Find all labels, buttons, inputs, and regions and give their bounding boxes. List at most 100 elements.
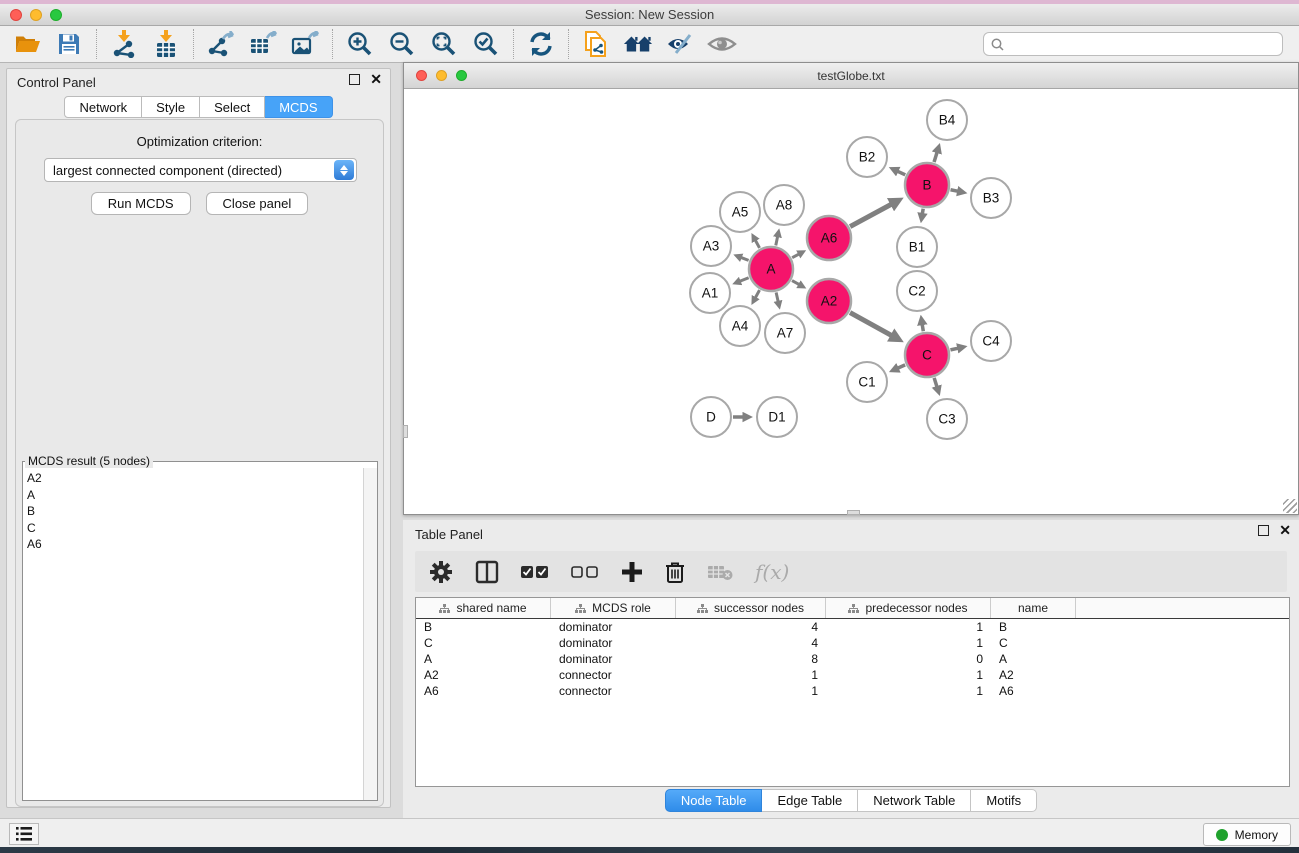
- tab-motifs[interactable]: Motifs: [971, 789, 1037, 812]
- column-header-shared-name[interactable]: shared name: [416, 598, 551, 618]
- column-header-name[interactable]: name: [991, 598, 1076, 618]
- table-cell: B: [416, 620, 551, 634]
- select-all-icon[interactable]: [521, 557, 549, 587]
- node-label-C1: C1: [858, 375, 875, 390]
- edge-A-A6[interactable]: [792, 254, 799, 258]
- node-label-A1: A1: [702, 286, 719, 301]
- delete-column-icon[interactable]: [665, 557, 685, 587]
- table-row[interactable]: Adominator80A: [416, 651, 1289, 667]
- edge-B-B2[interactable]: [897, 171, 905, 175]
- desktop-wallpaper-bottom: [0, 847, 1299, 853]
- tab-edge-table[interactable]: Edge Table: [762, 789, 858, 812]
- network-window-title: testGlobe.txt: [404, 69, 1298, 83]
- edge-C-C1[interactable]: [898, 365, 906, 368]
- window-resize-grip-bottom[interactable]: [847, 510, 860, 515]
- node-label-B4: B4: [939, 113, 956, 128]
- edge-C-C4[interactable]: [950, 348, 958, 350]
- network-graph[interactable]: B4B2BB3A5A8A6B1A3AC2A1A2A4A7C4CC1DD1C3: [404, 89, 1298, 514]
- tab-network[interactable]: Network: [64, 96, 142, 118]
- task-history-button[interactable]: [9, 823, 39, 845]
- table-row[interactable]: A6connector11A6: [416, 683, 1289, 699]
- node-label-A3: A3: [703, 239, 720, 254]
- function-builder-icon: f(x): [755, 557, 789, 587]
- tab-network-table[interactable]: Network Table: [858, 789, 971, 812]
- table-cell: dominator: [551, 652, 676, 666]
- window-resize-grip-corner[interactable]: [1283, 499, 1297, 513]
- table-row[interactable]: A2connector11A2: [416, 667, 1289, 683]
- close-panel-button[interactable]: Close panel: [206, 192, 309, 215]
- edge-A-A4[interactable]: [755, 290, 759, 298]
- show-all-icon[interactable]: [707, 29, 737, 59]
- edge-A-A3[interactable]: [741, 257, 749, 260]
- table-panel: Table Panel ✕ f(x) shared nameMCDS rol: [403, 520, 1299, 818]
- zoom-in-icon[interactable]: [345, 29, 375, 59]
- table-row[interactable]: Cdominator41C: [416, 635, 1289, 651]
- search-input[interactable]: [1009, 37, 1275, 51]
- result-scrollbar[interactable]: [363, 468, 377, 800]
- search-icon: [991, 38, 1004, 51]
- node-label-B: B: [922, 178, 931, 193]
- hide-selected-icon[interactable]: [665, 29, 695, 59]
- search-box[interactable]: [983, 32, 1283, 56]
- window-resize-grip-left[interactable]: [403, 425, 408, 438]
- table-row[interactable]: Bdominator41B: [416, 619, 1289, 635]
- shared-column-icon: [439, 604, 450, 613]
- edge-A-A7[interactable]: [776, 292, 778, 301]
- duplicate-network-icon[interactable]: [581, 29, 611, 59]
- node-label-B2: B2: [859, 150, 876, 165]
- edge-C-C2[interactable]: [922, 324, 923, 331]
- edge-A6-B[interactable]: [850, 204, 892, 227]
- edge-A2-C[interactable]: [850, 313, 892, 336]
- column-layout-icon[interactable]: [475, 557, 499, 587]
- network-window-titlebar[interactable]: testGlobe.txt: [404, 63, 1298, 89]
- import-table-icon[interactable]: [151, 29, 181, 59]
- float-panel-icon[interactable]: [349, 74, 360, 85]
- edge-B-B1[interactable]: [922, 209, 923, 214]
- column-header-label: MCDS role: [592, 601, 651, 615]
- tab-style[interactable]: Style: [142, 96, 200, 118]
- edge-A-A5[interactable]: [755, 240, 759, 248]
- network-canvas[interactable]: B4B2BB3A5A8A6B1A3AC2A1A2A4A7C4CC1DD1C3: [404, 89, 1298, 514]
- edge-A-A8[interactable]: [776, 236, 778, 245]
- deselect-all-icon[interactable]: [571, 557, 599, 587]
- criterion-select[interactable]: largest connected component (directed): [44, 158, 357, 182]
- settings-gear-icon[interactable]: [429, 557, 453, 587]
- table-cell: A: [991, 652, 1076, 666]
- edge-B-B4[interactable]: [934, 152, 937, 162]
- column-header-MCDS-role[interactable]: MCDS role: [551, 598, 676, 618]
- refresh-icon[interactable]: [526, 29, 556, 59]
- tab-select[interactable]: Select: [200, 96, 265, 118]
- edge-A-A1[interactable]: [740, 278, 749, 281]
- home-icon[interactable]: [623, 29, 653, 59]
- add-column-icon[interactable]: [621, 557, 643, 587]
- import-network-icon[interactable]: [109, 29, 139, 59]
- control-panel: Control Panel ✕ NetworkStyleSelectMCDS O…: [6, 68, 391, 808]
- tab-mcds[interactable]: MCDS: [265, 96, 332, 118]
- node-label-B1: B1: [909, 240, 926, 255]
- float-panel-icon[interactable]: [1258, 525, 1269, 536]
- run-mcds-button[interactable]: Run MCDS: [91, 192, 191, 215]
- table-cell: connector: [551, 668, 676, 682]
- column-header-filler: [1076, 598, 1289, 618]
- table-cell: A: [416, 652, 551, 666]
- open-file-icon[interactable]: [12, 29, 42, 59]
- column-header-predecessor-nodes[interactable]: predecessor nodes: [826, 598, 991, 618]
- close-panel-icon[interactable]: ✕: [370, 74, 382, 85]
- zoom-out-icon[interactable]: [387, 29, 417, 59]
- list-icon: [16, 827, 32, 841]
- edge-B-B3[interactable]: [951, 190, 959, 192]
- save-session-icon[interactable]: [54, 29, 84, 59]
- mcds-result-list[interactable]: A2ABCA6: [23, 468, 363, 800]
- export-image-icon[interactable]: [290, 29, 320, 59]
- export-network-icon[interactable]: [206, 29, 236, 59]
- export-table-icon[interactable]: [248, 29, 278, 59]
- tab-node-table[interactable]: Node Table: [665, 789, 763, 812]
- zoom-fit-icon[interactable]: [429, 29, 459, 59]
- zoom-selected-icon[interactable]: [471, 29, 501, 59]
- close-panel-icon[interactable]: ✕: [1279, 525, 1291, 536]
- column-header-successor-nodes[interactable]: successor nodes: [676, 598, 826, 618]
- memory-button[interactable]: Memory: [1203, 823, 1291, 846]
- edge-A-A2[interactable]: [792, 281, 799, 285]
- node-table[interactable]: shared name MCDS role successor nodesprede…: [415, 597, 1290, 787]
- edge-C-C3[interactable]: [934, 378, 937, 387]
